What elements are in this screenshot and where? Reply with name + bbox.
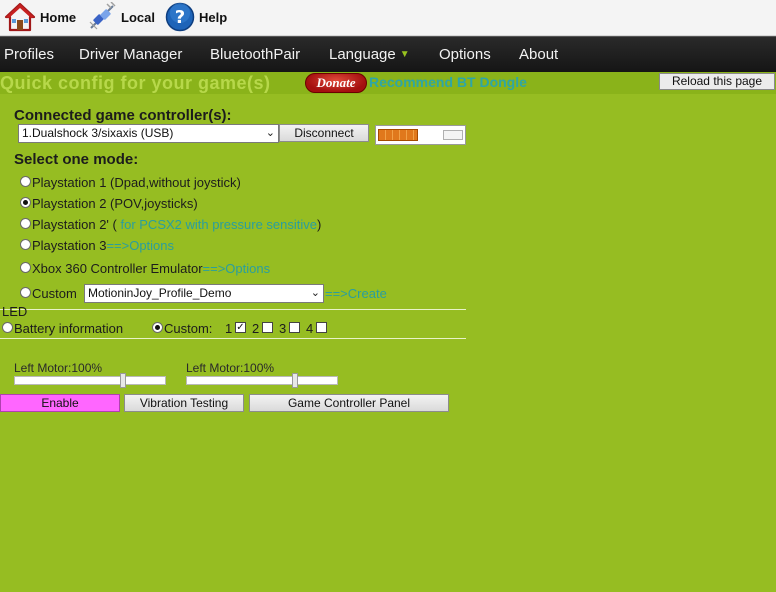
controller-select-value: 1.Dualshock 3/sixaxis (USB) (22, 126, 174, 140)
radio-led-custom[interactable] (152, 322, 163, 333)
main-nav: Profiles Driver Manager BluetoothPair La… (0, 36, 776, 72)
motor-2-slider-thumb[interactable] (292, 373, 298, 388)
battery-empty-segment (443, 130, 463, 140)
mode-ps2-pressure-text: Playstation 2' ( (32, 217, 117, 232)
enable-button[interactable]: Enable (0, 394, 120, 412)
help-button[interactable]: ? Help (165, 0, 227, 34)
vibration-testing-button[interactable]: Vibration Testing (124, 394, 244, 412)
led-1-checkbox[interactable]: ✓ (235, 322, 246, 333)
help-label: Help (199, 9, 228, 25)
radio-ps2-pressure[interactable] (20, 218, 31, 229)
chevron-down-icon: ⌄ (265, 127, 275, 139)
nav-driver-manager[interactable]: Driver Manager (79, 37, 182, 73)
quick-config-title: Quick config for your game(s) (0, 73, 271, 93)
left-motor-1-label: Left Motor:100% (14, 361, 103, 375)
local-button[interactable]: Local (87, 0, 155, 34)
led-2-label: 2 (252, 321, 260, 336)
motor-1-slider-thumb[interactable] (120, 373, 126, 388)
led-battery-label: Battery information (14, 321, 124, 336)
battery-indicator (375, 125, 466, 145)
svg-text:?: ? (175, 7, 185, 28)
radio-ps2[interactable] (20, 197, 31, 208)
game-controller-panel-button[interactable]: Game Controller Panel (249, 394, 449, 412)
mode-custom-label: Custom (32, 286, 77, 301)
motor-1-slider-track[interactable] (14, 376, 166, 385)
left-motor-2-label: Left Motor:100% (186, 361, 275, 375)
radio-ps3[interactable] (20, 239, 31, 250)
radio-xbox360[interactable] (20, 262, 31, 273)
battery-fill (378, 129, 418, 141)
mode-xbox360-text: Xbox 360 Controller Emulator (32, 261, 203, 276)
led-heading: LED (2, 304, 28, 319)
divider (0, 338, 466, 339)
motor-2-slider-track[interactable] (186, 376, 338, 385)
nav-options[interactable]: Options (439, 37, 491, 73)
recommend-bt-dongle-link[interactable]: Recommend BT Dongle (369, 73, 527, 91)
ps3-options-link[interactable]: ==>Options (106, 238, 174, 253)
nav-bluetooth-pair[interactable]: BluetoothPair (210, 37, 300, 73)
radio-ps1[interactable] (20, 176, 31, 187)
chevron-down-icon: ⌄ (310, 287, 320, 299)
mode-ps2-pressure-label: Playstation 2' ( for PCSX2 with pressure… (32, 217, 321, 233)
mode-ps2-pressure-note: for PCSX2 with pressure sensitive (116, 217, 317, 232)
controller-select[interactable]: 1.Dualshock 3/sixaxis (USB) ⌄ (18, 124, 279, 143)
radio-custom[interactable] (20, 287, 31, 298)
led-2-checkbox[interactable] (262, 322, 273, 333)
disconnect-button[interactable]: Disconnect (279, 124, 369, 142)
custom-profile-select[interactable]: MotioninJoy_Profile_Demo ⌄ (84, 284, 324, 303)
mode-ps2-pressure-close: ) (317, 217, 322, 232)
local-label: Local (121, 9, 155, 25)
mode-ps1-label: Playstation 1 (Dpad,without joystick) (32, 175, 241, 190)
home-label: Home (40, 9, 77, 25)
nav-language-label: Language (329, 46, 396, 63)
help-icon: ? (165, 2, 195, 32)
led-1-label: 1 (225, 321, 233, 336)
mode-ps2-label: Playstation 2 (POV,joysticks) (32, 196, 198, 211)
plug-icon (89, 2, 116, 30)
mode-xbox360-label: Xbox 360 Controller Emulator==>Options (32, 261, 270, 277)
chevron-down-icon: ▼ (399, 49, 410, 60)
home-button[interactable]: Home (4, 0, 76, 34)
led-4-label: 4 (306, 321, 314, 336)
reload-page-button[interactable]: Reload this page (659, 73, 775, 90)
mode-ps3-label: Playstation 3==>Options (32, 238, 174, 254)
controller-heading: Connected game controller(s): (14, 107, 232, 124)
xbox360-options-link[interactable]: ==>Options (203, 261, 271, 276)
donate-button[interactable]: Donate (305, 73, 367, 93)
led-3-checkbox[interactable] (289, 322, 300, 333)
home-icon (4, 2, 36, 32)
custom-create-link[interactable]: ==>Create (325, 286, 387, 302)
nav-profiles[interactable]: Profiles (4, 37, 54, 73)
nav-language[interactable]: Language ▼ (329, 37, 410, 73)
top-toolbar: Home Local ? Help (0, 0, 776, 36)
mode-heading: Select one mode: (14, 151, 139, 168)
divider (0, 309, 466, 310)
nav-about[interactable]: About (519, 37, 558, 73)
led-custom-label: Custom: (164, 321, 213, 336)
radio-led-battery[interactable] (2, 322, 13, 333)
mode-ps3-text: Playstation 3 (32, 238, 107, 253)
custom-profile-value: MotioninJoy_Profile_Demo (88, 286, 232, 300)
led-4-checkbox[interactable] (316, 322, 327, 333)
led-3-label: 3 (279, 321, 287, 336)
